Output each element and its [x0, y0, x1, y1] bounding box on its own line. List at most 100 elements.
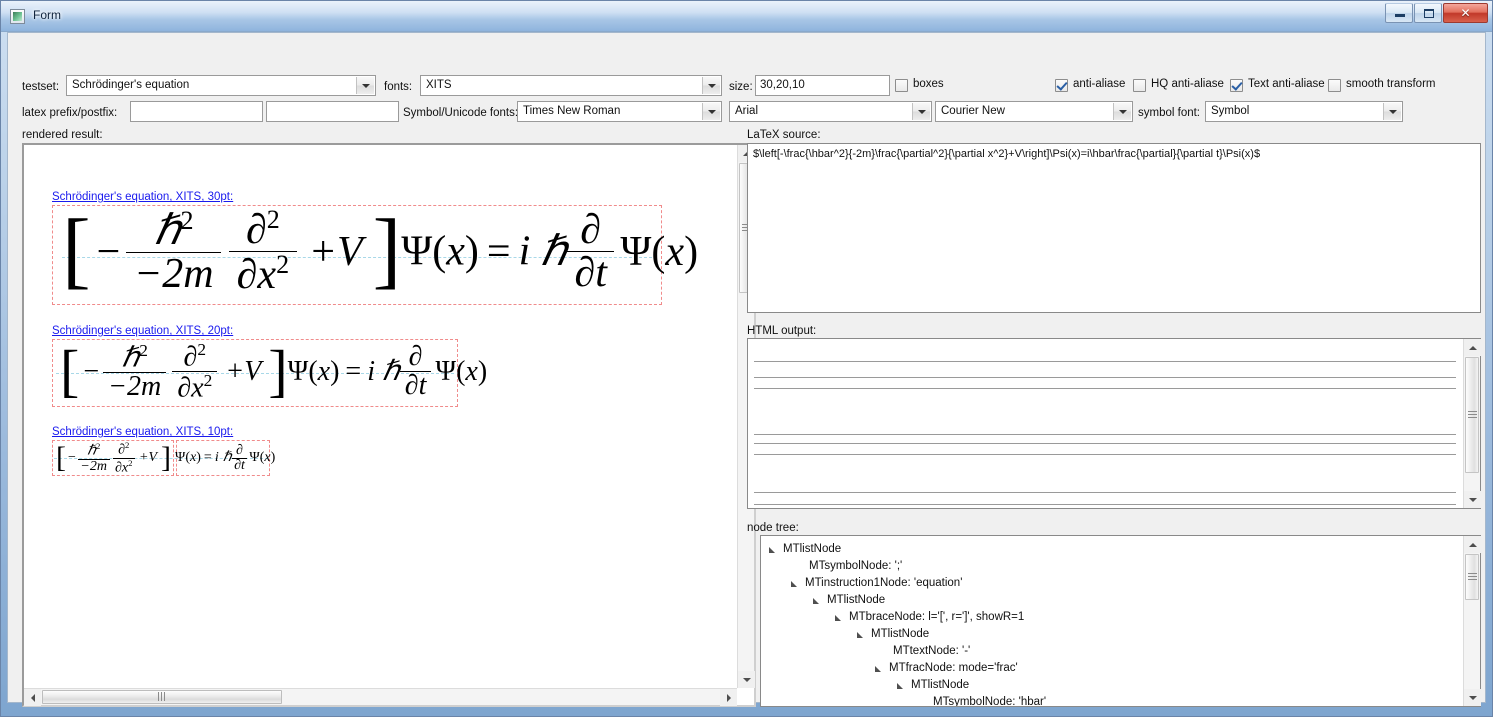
symbol-unicode-font-3-select[interactable]: Courier New [935, 101, 1133, 122]
chevron-down-icon[interactable] [912, 103, 930, 120]
psi-x-lhs-20pt: Ψ(x) [287, 355, 340, 387]
symbol-unicode-font-1-value: Times New Roman [523, 105, 621, 117]
tree-item[interactable]: MTfracNode: mode='frac' [875, 662, 1018, 674]
bracket-right-10pt: ] [161, 441, 172, 475]
hbar-rhs-30pt: ℏ [540, 228, 567, 275]
plus-v-10pt: +V [139, 450, 158, 466]
application-window: Form ✕ testset: Schrödinger's equation f… [0, 0, 1493, 717]
size-input[interactable]: 30,20,10 [755, 75, 890, 96]
maximize-icon [1424, 9, 1434, 18]
chevron-down-icon[interactable] [356, 77, 374, 94]
expander-icon[interactable] [857, 632, 864, 639]
testset-label: testset: [22, 81, 60, 93]
html-output-rule [754, 377, 1456, 378]
symbol-unicode-font-2-select[interactable]: Arial [729, 101, 932, 122]
tree-item[interactable]: MTtextNode: '-' [893, 645, 970, 657]
frac-partial-partialt-10pt: ∂ ∂t [231, 442, 248, 473]
tree-item[interactable]: MTlistNode [813, 594, 885, 606]
symbol-font-select[interactable]: Symbol [1205, 101, 1403, 122]
html-output-vscrollbar[interactable] [1463, 339, 1481, 508]
checkbox-anti-aliase-label: anti-aliase [1073, 78, 1126, 90]
chevron-down-icon[interactable] [702, 77, 720, 94]
latex-prefix-input[interactable] [130, 101, 263, 122]
expander-icon[interactable] [835, 615, 842, 622]
node-tree-label: node tree: [747, 522, 799, 534]
node-tree-vscrollbar[interactable] [1463, 536, 1481, 706]
frac-denominator: ∂t [399, 371, 432, 400]
frac-partial-partialt-30pt: ∂ ∂t [566, 207, 615, 294]
fonts-select[interactable]: XITS [420, 75, 722, 96]
vscrollbar-thumb[interactable] [1465, 554, 1479, 600]
bracket-right-20pt: ] [268, 337, 288, 403]
frac-hbar2-2m-10pt: ℏ2 −2m [77, 442, 110, 474]
window-title: Form [33, 8, 61, 22]
hscrollbar-thumb[interactable] [42, 690, 282, 704]
frac-denominator: ∂x2 [112, 457, 136, 476]
frac-numerator: ∂ [236, 442, 243, 458]
tree-item[interactable]: MTinstruction1Node: 'equation' [791, 577, 963, 589]
psi-x-lhs-10pt: Ψ(x) [175, 450, 201, 466]
psi-x-rhs-20pt: Ψ(x) [435, 355, 488, 387]
symbol-unicode-font-1-select[interactable]: Times New Roman [517, 101, 722, 122]
equation-caption-10pt[interactable]: Schrödinger's equation, XITS, 10pt: [52, 426, 233, 438]
chevron-down-icon[interactable] [1113, 103, 1131, 120]
expander-icon[interactable] [875, 666, 882, 673]
frac-partial2-partialx2-30pt: ∂2 ∂x2 [229, 206, 297, 296]
psi-x-rhs-10pt: Ψ(x) [249, 450, 276, 466]
frac-numerator: ∂ [580, 207, 602, 253]
hbar-rhs-10pt: ℏ [222, 450, 232, 466]
scroll-up-icon[interactable] [1464, 536, 1481, 553]
scroll-up-icon[interactable] [1464, 339, 1481, 356]
psi-x-lhs-30pt: Ψ(x) [401, 228, 479, 275]
bracket-left-20pt: [ [60, 337, 80, 403]
close-button[interactable]: ✕ [1443, 3, 1488, 23]
tree-item[interactable]: MTsymbolNode: 'hbar' [933, 696, 1046, 706]
window-controls: ✕ [1385, 3, 1488, 23]
html-output-rule [754, 388, 1456, 389]
tree-item-label: MTtextNode: '-' [893, 645, 971, 657]
chevron-down-icon[interactable] [1383, 103, 1401, 120]
html-output-rule [754, 492, 1456, 493]
latex-prefix-postfix-label: latex prefix/postfix: [22, 107, 118, 119]
scroll-down-icon[interactable] [1464, 491, 1481, 508]
tree-item[interactable]: MTlistNode [857, 628, 929, 640]
chevron-down-icon[interactable] [702, 103, 720, 120]
scroll-left-icon[interactable] [24, 689, 41, 706]
tree-item[interactable]: MTbraceNode: l='[', r=']', showR=1 [835, 611, 1024, 623]
equation-caption-20pt[interactable]: Schrödinger's equation, XITS, 20pt: [52, 325, 233, 337]
minimize-icon [1395, 14, 1405, 17]
tree-item[interactable]: MTlistNode [769, 543, 842, 555]
rendered-result-panel: Schrödinger's equation, XITS, 30pt: [− ℏ… [22, 143, 756, 707]
latex-source-textarea[interactable]: $\left[-\frac{\hbar^2}{-2m}\frac{\partia… [747, 143, 1481, 313]
html-output-panel[interactable] [747, 338, 1481, 509]
maximize-button[interactable] [1414, 3, 1442, 23]
testset-select[interactable]: Schrödinger's equation [66, 75, 376, 96]
frac-numerator: ℏ2 [121, 341, 148, 374]
frac-partial-partialt-20pt: ∂ ∂t [399, 343, 432, 400]
expander-icon[interactable] [769, 547, 776, 554]
title-bar[interactable]: Form ✕ [1, 1, 1492, 32]
vscrollbar-thumb[interactable] [1465, 357, 1479, 473]
symbol-unicode-font-2-value: Arial [735, 105, 759, 117]
tree-item[interactable]: MTsymbolNode: ';' [809, 560, 902, 572]
expander-icon[interactable] [791, 581, 798, 588]
html-output-rule [754, 434, 1456, 435]
rendered-result-hscrollbar[interactable] [24, 688, 737, 706]
scroll-down-icon[interactable] [1464, 689, 1481, 706]
scroll-right-icon[interactable] [720, 689, 737, 706]
latex-postfix-input[interactable] [266, 101, 399, 122]
node-tree-panel[interactable]: MTlistNode MTsymbolNode: ';' MTinstructi… [760, 535, 1481, 707]
frac-hbar2-2m-20pt: ℏ2 −2m [103, 341, 167, 401]
tree-item-label: MTlistNode [911, 679, 970, 691]
tree-item[interactable]: MTlistNode [897, 679, 970, 691]
tree-item-label: MTlistNode [783, 543, 842, 555]
latex-source-value: $\left[-\frac{\hbar^2}{-2m}\frac{\partia… [753, 148, 1261, 160]
scroll-down-icon[interactable] [738, 671, 755, 688]
expander-icon[interactable] [813, 598, 820, 605]
expander-icon[interactable] [897, 683, 904, 690]
frac-numerator: ℏ2 [153, 206, 194, 254]
bracket-left-10pt: [ [56, 441, 66, 475]
tree-item-label: MTinstruction1Node: 'equation' [805, 577, 963, 589]
minimize-button[interactable] [1385, 3, 1413, 23]
frac-partial2-partialx2-10pt: ∂2 ∂x2 [112, 441, 136, 476]
